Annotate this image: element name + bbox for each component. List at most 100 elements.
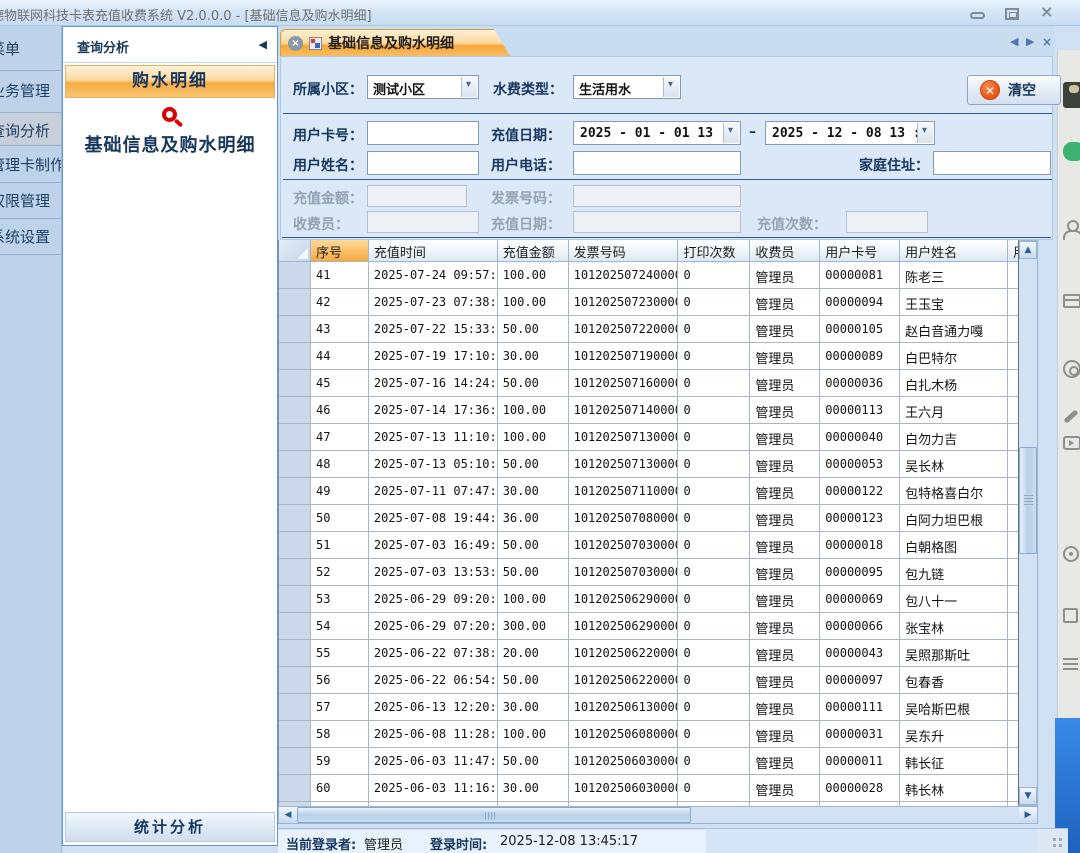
scroll-right-icon[interactable]: ▶ bbox=[1019, 807, 1037, 823]
row-selector-cell[interactable] bbox=[279, 397, 311, 424]
user-name-input[interactable] bbox=[367, 151, 479, 175]
sidebar-item-menu[interactable]: 菜单 bbox=[0, 38, 20, 59]
row-selector-cell[interactable] bbox=[279, 586, 311, 613]
nav-item-basic-info[interactable]: 基础信息及购水明细 bbox=[63, 131, 277, 157]
status-ring-icon[interactable] bbox=[1063, 546, 1079, 562]
table-row[interactable]: 53 2025-06-29 09:20:33 100.00 1012025062… bbox=[279, 586, 1018, 613]
tab-close-icon[interactable]: × bbox=[288, 36, 303, 51]
chevron-down-icon[interactable] bbox=[723, 123, 739, 143]
table-row[interactable]: 51 2025-07-03 16:49:37 50.00 10120250703… bbox=[279, 532, 1018, 559]
table-row[interactable]: 43 2025-07-22 15:33:44 50.00 10120250722… bbox=[279, 316, 1018, 343]
row-selector-cell[interactable] bbox=[279, 613, 311, 640]
select-all-cell[interactable] bbox=[279, 240, 311, 262]
col-amount[interactable]: 充值金额 bbox=[498, 240, 569, 262]
table-row[interactable]: 46 2025-07-14 17:36:47 100.00 1012025071… bbox=[279, 397, 1018, 424]
row-selector-cell[interactable] bbox=[279, 721, 311, 748]
water-type-select[interactable]: 生活用水 bbox=[573, 75, 681, 99]
row-selector-cell[interactable] bbox=[279, 559, 311, 586]
col-invoice[interactable]: 发票号码 bbox=[569, 240, 679, 262]
group-water-detail[interactable]: 购水明细 bbox=[65, 65, 275, 98]
vertical-scroll-thumb[interactable] bbox=[1019, 447, 1037, 554]
row-selector-cell[interactable] bbox=[279, 343, 311, 370]
row-selector-cell[interactable] bbox=[279, 640, 311, 667]
vertical-scrollbar[interactable]: ▲ ▼ bbox=[1018, 240, 1038, 806]
table-row[interactable]: 58 2025-06-08 11:28:51 100.00 1012025060… bbox=[279, 721, 1018, 748]
row-selector-cell[interactable] bbox=[279, 532, 311, 559]
row-selector-cell[interactable] bbox=[279, 316, 311, 343]
tab-close-all-icon[interactable]: × bbox=[1042, 35, 1052, 49]
card-no-input[interactable] bbox=[367, 121, 479, 145]
sidebar-item-settings[interactable]: 系统设置 bbox=[0, 226, 50, 247]
table-row[interactable]: 50 2025-07-08 19:44:51 36.00 10120250708… bbox=[279, 505, 1018, 532]
table-row[interactable]: 52 2025-07-03 13:53:46 50.00 10120250703… bbox=[279, 559, 1018, 586]
row-selector-cell[interactable] bbox=[279, 478, 311, 505]
horizontal-scrollbar[interactable]: ◀ ▶ bbox=[278, 806, 1038, 824]
clear-button[interactable]: ✕ 清空 bbox=[967, 75, 1061, 105]
table-row[interactable]: 55 2025-06-22 07:38:39 20.00 10120250622… bbox=[279, 640, 1018, 667]
row-selector-cell[interactable] bbox=[279, 775, 311, 802]
mini-window-icon[interactable] bbox=[1063, 608, 1078, 623]
minimize-button[interactable] bbox=[970, 12, 985, 19]
row-selector-cell[interactable] bbox=[279, 505, 311, 532]
row-selector-cell[interactable] bbox=[279, 370, 311, 397]
chevron-down-icon[interactable] bbox=[917, 123, 933, 143]
scroll-left-icon[interactable]: ◀ bbox=[279, 807, 297, 823]
tab-scroll-right-icon[interactable]: ▶ bbox=[1026, 35, 1034, 48]
table-row[interactable]: 41 2025-07-24 09:57:08 100.00 1012025072… bbox=[279, 262, 1018, 289]
dock-avatar[interactable] bbox=[1063, 82, 1080, 108]
scroll-down-icon[interactable]: ▼ bbox=[1019, 787, 1037, 805]
group-statistics[interactable]: 统计分析 bbox=[65, 812, 275, 842]
col-collector[interactable]: 收费员 bbox=[750, 240, 820, 262]
tab-basic-info[interactable]: × 基础信息及购水明细 bbox=[280, 29, 510, 56]
table-row[interactable]: 49 2025-07-11 07:47:37 30.00 10120250711… bbox=[279, 478, 1018, 505]
scroll-up-icon[interactable]: ▲ bbox=[1019, 241, 1037, 259]
table-row[interactable]: 47 2025-07-13 11:10:42 100.00 1012025071… bbox=[279, 424, 1018, 451]
table-row[interactable]: 57 2025-06-13 12:20:14 30.00 10120250613… bbox=[279, 694, 1018, 721]
row-selector-cell[interactable] bbox=[279, 424, 311, 451]
date-to-picker[interactable]: 2025 - 12 - 08 13 : bbox=[765, 121, 935, 145]
sidebar-item-card-making[interactable]: 管理卡制作 bbox=[0, 154, 62, 175]
chevron-down-icon[interactable] bbox=[663, 77, 679, 97]
table-row[interactable]: 42 2025-07-23 07:38:30 100.00 1012025072… bbox=[279, 289, 1018, 316]
col-no[interactable]: 序号 bbox=[311, 240, 369, 262]
horizontal-scroll-thumb[interactable] bbox=[297, 807, 691, 823]
col-time[interactable]: 充值时间 bbox=[369, 240, 498, 262]
sidebar-item-business[interactable]: 业务管理 bbox=[0, 80, 50, 101]
chat-icon[interactable] bbox=[1063, 142, 1080, 161]
col-name[interactable]: 用户姓名 bbox=[900, 240, 1008, 262]
col-prints[interactable]: 打印次数 bbox=[678, 240, 750, 262]
resize-grip[interactable] bbox=[1038, 828, 1068, 853]
tab-scroll-left-icon[interactable]: ◀ bbox=[1010, 35, 1018, 48]
row-selector-cell[interactable] bbox=[279, 667, 311, 694]
favorites-icon[interactable] bbox=[1063, 294, 1080, 308]
contacts-icon[interactable] bbox=[1063, 220, 1080, 238]
table-row[interactable]: 56 2025-06-22 06:54:37 50.00 10120250622… bbox=[279, 667, 1018, 694]
table-row[interactable]: 54 2025-06-29 07:20:39 300.00 1012025062… bbox=[279, 613, 1018, 640]
maximize-button[interactable] bbox=[1005, 8, 1019, 20]
row-selector-cell[interactable] bbox=[279, 451, 311, 478]
chevron-down-icon[interactable] bbox=[461, 77, 477, 97]
phone-input[interactable] bbox=[573, 151, 741, 175]
collapse-arrow-icon[interactable]: ◀ bbox=[259, 38, 267, 51]
table-row[interactable]: 44 2025-07-19 17:10:54 30.00 10120250719… bbox=[279, 343, 1018, 370]
col-partial[interactable]: 用 bbox=[1008, 240, 1018, 262]
table-row[interactable]: 60 2025-06-03 11:16:22 30.00 10120250603… bbox=[279, 775, 1018, 802]
col-card[interactable]: 用户卡号 bbox=[820, 240, 900, 262]
phone-icon[interactable] bbox=[1063, 409, 1078, 423]
row-selector-cell[interactable] bbox=[279, 748, 311, 775]
close-button[interactable]: × bbox=[1040, 2, 1053, 21]
hamburger-menu-icon[interactable] bbox=[1063, 658, 1078, 660]
table-row[interactable]: 59 2025-06-03 11:47:01 50.00 10120250603… bbox=[279, 748, 1018, 775]
sidebar-item-query-active[interactable]: 查询分析 bbox=[0, 112, 62, 146]
row-selector-cell[interactable] bbox=[279, 694, 311, 721]
table-row[interactable]: 48 2025-07-13 05:10:39 50.00 10120250713… bbox=[279, 451, 1018, 478]
row-selector-cell[interactable] bbox=[279, 289, 311, 316]
district-select[interactable]: 测试小区 bbox=[367, 75, 479, 99]
sidebar-item-permissions[interactable]: 权限管理 bbox=[0, 190, 50, 211]
row-selector-cell[interactable] bbox=[279, 262, 311, 289]
address-input[interactable] bbox=[933, 151, 1051, 175]
table-row[interactable]: 45 2025-07-16 14:24:32 50.00 10120250716… bbox=[279, 370, 1018, 397]
video-icon[interactable] bbox=[1063, 436, 1080, 450]
date-from-picker[interactable]: 2025 - 01 - 01 13 : bbox=[573, 121, 741, 145]
moments-icon[interactable] bbox=[1063, 360, 1080, 378]
